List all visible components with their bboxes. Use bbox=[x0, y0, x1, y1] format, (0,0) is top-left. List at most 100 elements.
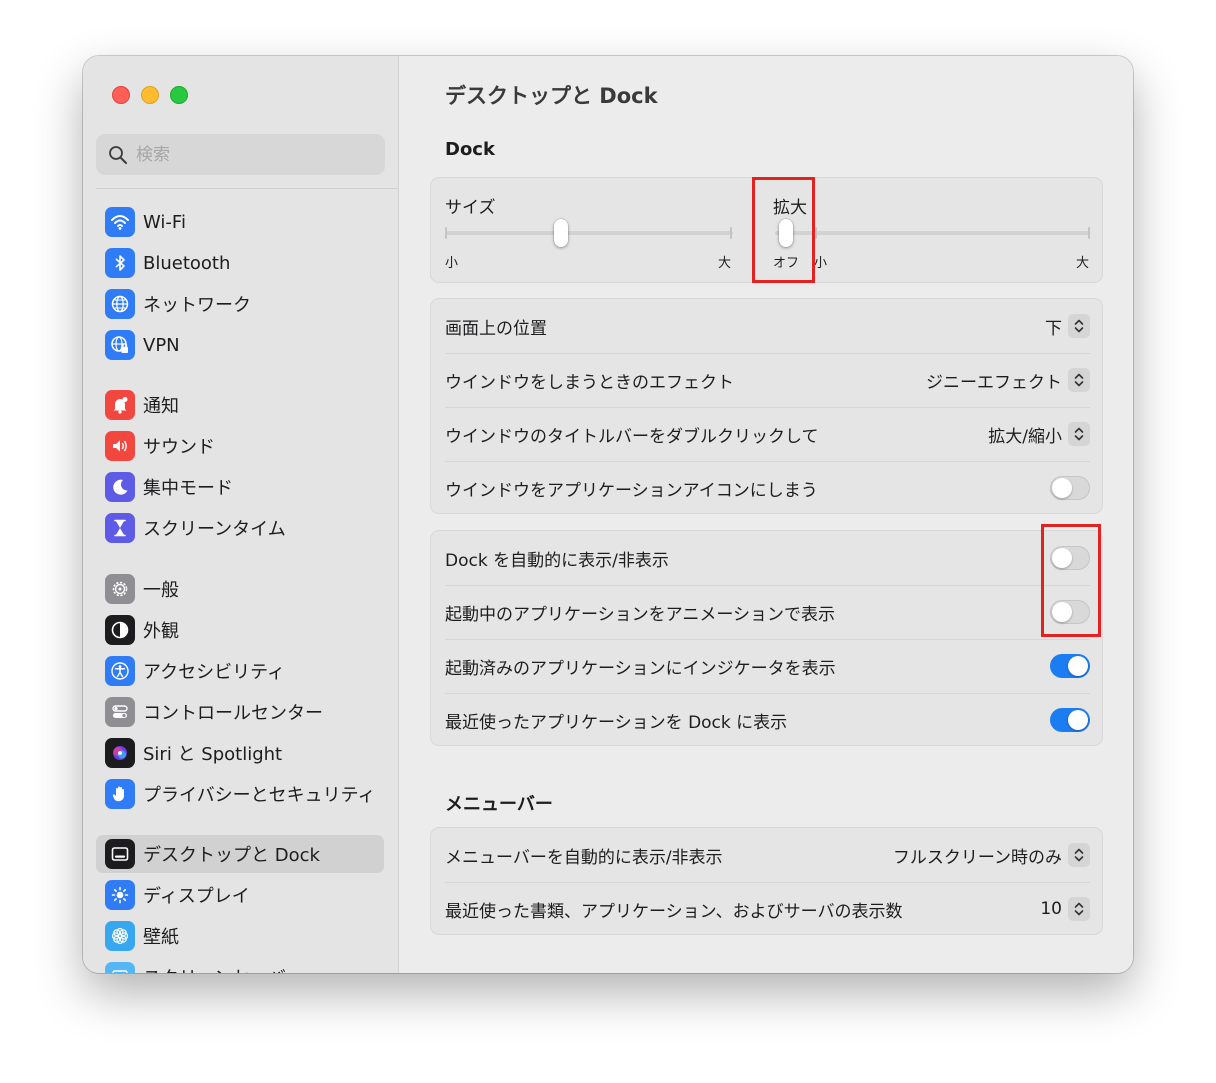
size-slider-tick bbox=[730, 227, 732, 239]
appearance-icon bbox=[105, 615, 135, 645]
sidebar-item-wallpaper[interactable]: 壁紙 bbox=[96, 917, 384, 955]
screensaver-icon bbox=[105, 962, 135, 973]
setting-row-recent-apps: 最近使ったアプリケーションを Dock に表示 bbox=[445, 693, 1090, 747]
sidebar-item-accessibility[interactable]: アクセシビリティ bbox=[96, 652, 384, 690]
gear-icon bbox=[105, 574, 135, 604]
minimize-effect-popup[interactable]: ジニーエフェクト bbox=[926, 368, 1090, 393]
sidebar-item-label: スクリーンタイム bbox=[143, 519, 286, 540]
main-content: デスクトップと Dock Dock サイズ 小 大 拡大 オフ 小 大 画面上の… bbox=[400, 56, 1133, 973]
search-input[interactable] bbox=[136, 144, 356, 165]
highlight-box-toggles bbox=[1041, 524, 1101, 637]
dock-icon bbox=[105, 839, 135, 869]
size-slider-thumb[interactable] bbox=[553, 219, 568, 247]
globe-icon bbox=[105, 289, 135, 319]
size-slider-label: サイズ bbox=[445, 198, 496, 218]
setting-label: 画面上の位置 bbox=[445, 318, 547, 339]
sidebar-item-general[interactable]: 一般 bbox=[96, 570, 384, 608]
section-header-menubar: メニューバー bbox=[445, 794, 553, 815]
close-button[interactable] bbox=[112, 86, 130, 104]
bluetooth-icon bbox=[105, 248, 135, 278]
sidebar-item-siri-spotlight[interactable]: Siri と Spotlight bbox=[96, 734, 384, 772]
setting-row-recent-items: 最近使った書類、アプリケーション、およびサーバの表示数 10 bbox=[445, 882, 1090, 936]
sidebar-item-bluetooth[interactable]: Bluetooth bbox=[96, 244, 384, 282]
setting-label: 起動中のアプリケーションをアニメーションで表示 bbox=[445, 604, 835, 625]
sidebar-item-label: 壁紙 bbox=[143, 927, 179, 948]
speaker-icon bbox=[105, 431, 135, 461]
sidebar-item-label: 集中モード bbox=[143, 478, 233, 499]
vpn-globe-icon bbox=[105, 330, 135, 360]
sidebar: Wi-Fi Bluetooth ネットワーク VPN bbox=[83, 56, 399, 973]
recent-items-popup[interactable]: 10 bbox=[1040, 897, 1090, 921]
popup-value: 拡大/縮小 bbox=[988, 426, 1062, 447]
popup-value: 10 bbox=[1040, 899, 1062, 919]
popup-value: フルスクリーン時のみ bbox=[892, 847, 1062, 868]
zoom-button[interactable] bbox=[170, 86, 188, 104]
sidebar-item-label: 外観 bbox=[143, 621, 179, 642]
chevron-updown-icon bbox=[1068, 897, 1090, 921]
chevron-updown-icon bbox=[1068, 843, 1090, 867]
sidebar-item-control-center[interactable]: コントロールセンター bbox=[96, 693, 384, 731]
double-click-popup[interactable]: 拡大/縮小 bbox=[988, 422, 1090, 447]
sidebar-item-sound[interactable]: サウンド bbox=[96, 427, 384, 465]
page-title: デスクトップと Dock bbox=[445, 84, 658, 108]
setting-row-minimize-into-icon: ウインドウをアプリケーションアイコンにしまう bbox=[445, 461, 1090, 515]
sidebar-item-desktop-dock[interactable]: デスクトップと Dock bbox=[96, 835, 384, 873]
toggle-knob bbox=[1068, 710, 1088, 730]
setting-label: ウインドウをしまうときのエフェクト bbox=[445, 372, 734, 393]
search-field[interactable] bbox=[96, 134, 385, 175]
window-controls bbox=[112, 86, 188, 104]
show-recent-apps-toggle[interactable] bbox=[1050, 708, 1090, 732]
wifi-icon bbox=[105, 207, 135, 237]
setting-label: Dock を自動的に表示/非表示 bbox=[445, 550, 669, 571]
sidebar-item-notifications[interactable]: 通知 bbox=[96, 386, 384, 424]
magnify-slider-min-label: 小 bbox=[814, 256, 828, 271]
position-popup[interactable]: 下 bbox=[1045, 314, 1090, 339]
sidebar-item-vpn[interactable]: VPN bbox=[96, 326, 384, 364]
sidebar-item-screen-saver[interactable]: スクリーンセーバ bbox=[96, 958, 384, 973]
moon-icon bbox=[105, 472, 135, 502]
setting-row-minimize-effect: ウインドウをしまうときのエフェクト ジニーエフェクト bbox=[445, 353, 1090, 407]
setting-label: 最近使った書類、アプリケーション、およびサーバの表示数 bbox=[445, 901, 903, 922]
setting-row-double-click: ウインドウのタイトルバーをダブルクリックして 拡大/縮小 bbox=[445, 407, 1090, 461]
sidebar-item-wifi[interactable]: Wi-Fi bbox=[96, 203, 384, 241]
bell-icon bbox=[105, 390, 135, 420]
toggle-knob bbox=[1068, 656, 1088, 676]
minimize-button[interactable] bbox=[141, 86, 159, 104]
setting-label: メニューバーを自動的に表示/非表示 bbox=[445, 847, 723, 868]
show-indicators-toggle[interactable] bbox=[1050, 654, 1090, 678]
chevron-updown-icon bbox=[1068, 314, 1090, 338]
chevron-updown-icon bbox=[1068, 422, 1090, 446]
sidebar-item-displays[interactable]: ディスプレイ bbox=[96, 876, 384, 914]
sidebar-item-appearance[interactable]: 外観 bbox=[96, 611, 384, 649]
sidebar-item-focus[interactable]: 集中モード bbox=[96, 468, 384, 506]
sidebar-item-privacy-security[interactable]: プライバシーとセキュリティ bbox=[96, 775, 384, 813]
sidebar-item-label: ネットワーク bbox=[143, 295, 251, 316]
size-slider-track bbox=[446, 231, 733, 235]
sidebar-item-screen-time[interactable]: スクリーンタイム bbox=[96, 509, 384, 547]
sidebar-item-label: Bluetooth bbox=[143, 252, 231, 274]
toggle-knob bbox=[1052, 478, 1072, 498]
sidebar-item-label: サウンド bbox=[143, 437, 215, 458]
highlight-box-magnify bbox=[752, 177, 815, 283]
popup-value: 下 bbox=[1045, 318, 1062, 339]
setting-label: ウインドウのタイトルバーをダブルクリックして bbox=[445, 426, 819, 447]
hourglass-icon bbox=[105, 513, 135, 543]
sidebar-item-network[interactable]: ネットワーク bbox=[96, 285, 384, 323]
search-icon bbox=[109, 145, 127, 164]
sidebar-item-label: アクセシビリティ bbox=[143, 662, 286, 683]
sidebar-item-label: 一般 bbox=[143, 580, 179, 601]
setting-row-autohide: Dock を自動的に表示/非表示 bbox=[445, 531, 1090, 585]
sidebar-item-label: VPN bbox=[143, 334, 180, 356]
accessibility-icon bbox=[105, 656, 135, 686]
menubar-autohide-popup[interactable]: フルスクリーン時のみ bbox=[893, 843, 1090, 868]
flower-icon bbox=[105, 921, 135, 951]
magnify-slider-track bbox=[775, 231, 1090, 235]
settings-window: Wi-Fi Bluetooth ネットワーク VPN bbox=[83, 56, 1133, 973]
sidebar-item-label: スクリーンセーバ bbox=[143, 964, 286, 973]
sidebar-item-label: プライバシーとセキュリティ bbox=[143, 785, 376, 806]
control-center-icon bbox=[105, 697, 135, 727]
setting-label: 最近使ったアプリケーションを Dock に表示 bbox=[445, 712, 788, 733]
dock-behavior-panel: Dock を自動的に表示/非表示 起動中のアプリケーションをアニメーションで表示… bbox=[430, 530, 1103, 746]
sidebar-item-label: ディスプレイ bbox=[143, 886, 250, 907]
minimize-into-icon-toggle[interactable] bbox=[1050, 476, 1090, 500]
